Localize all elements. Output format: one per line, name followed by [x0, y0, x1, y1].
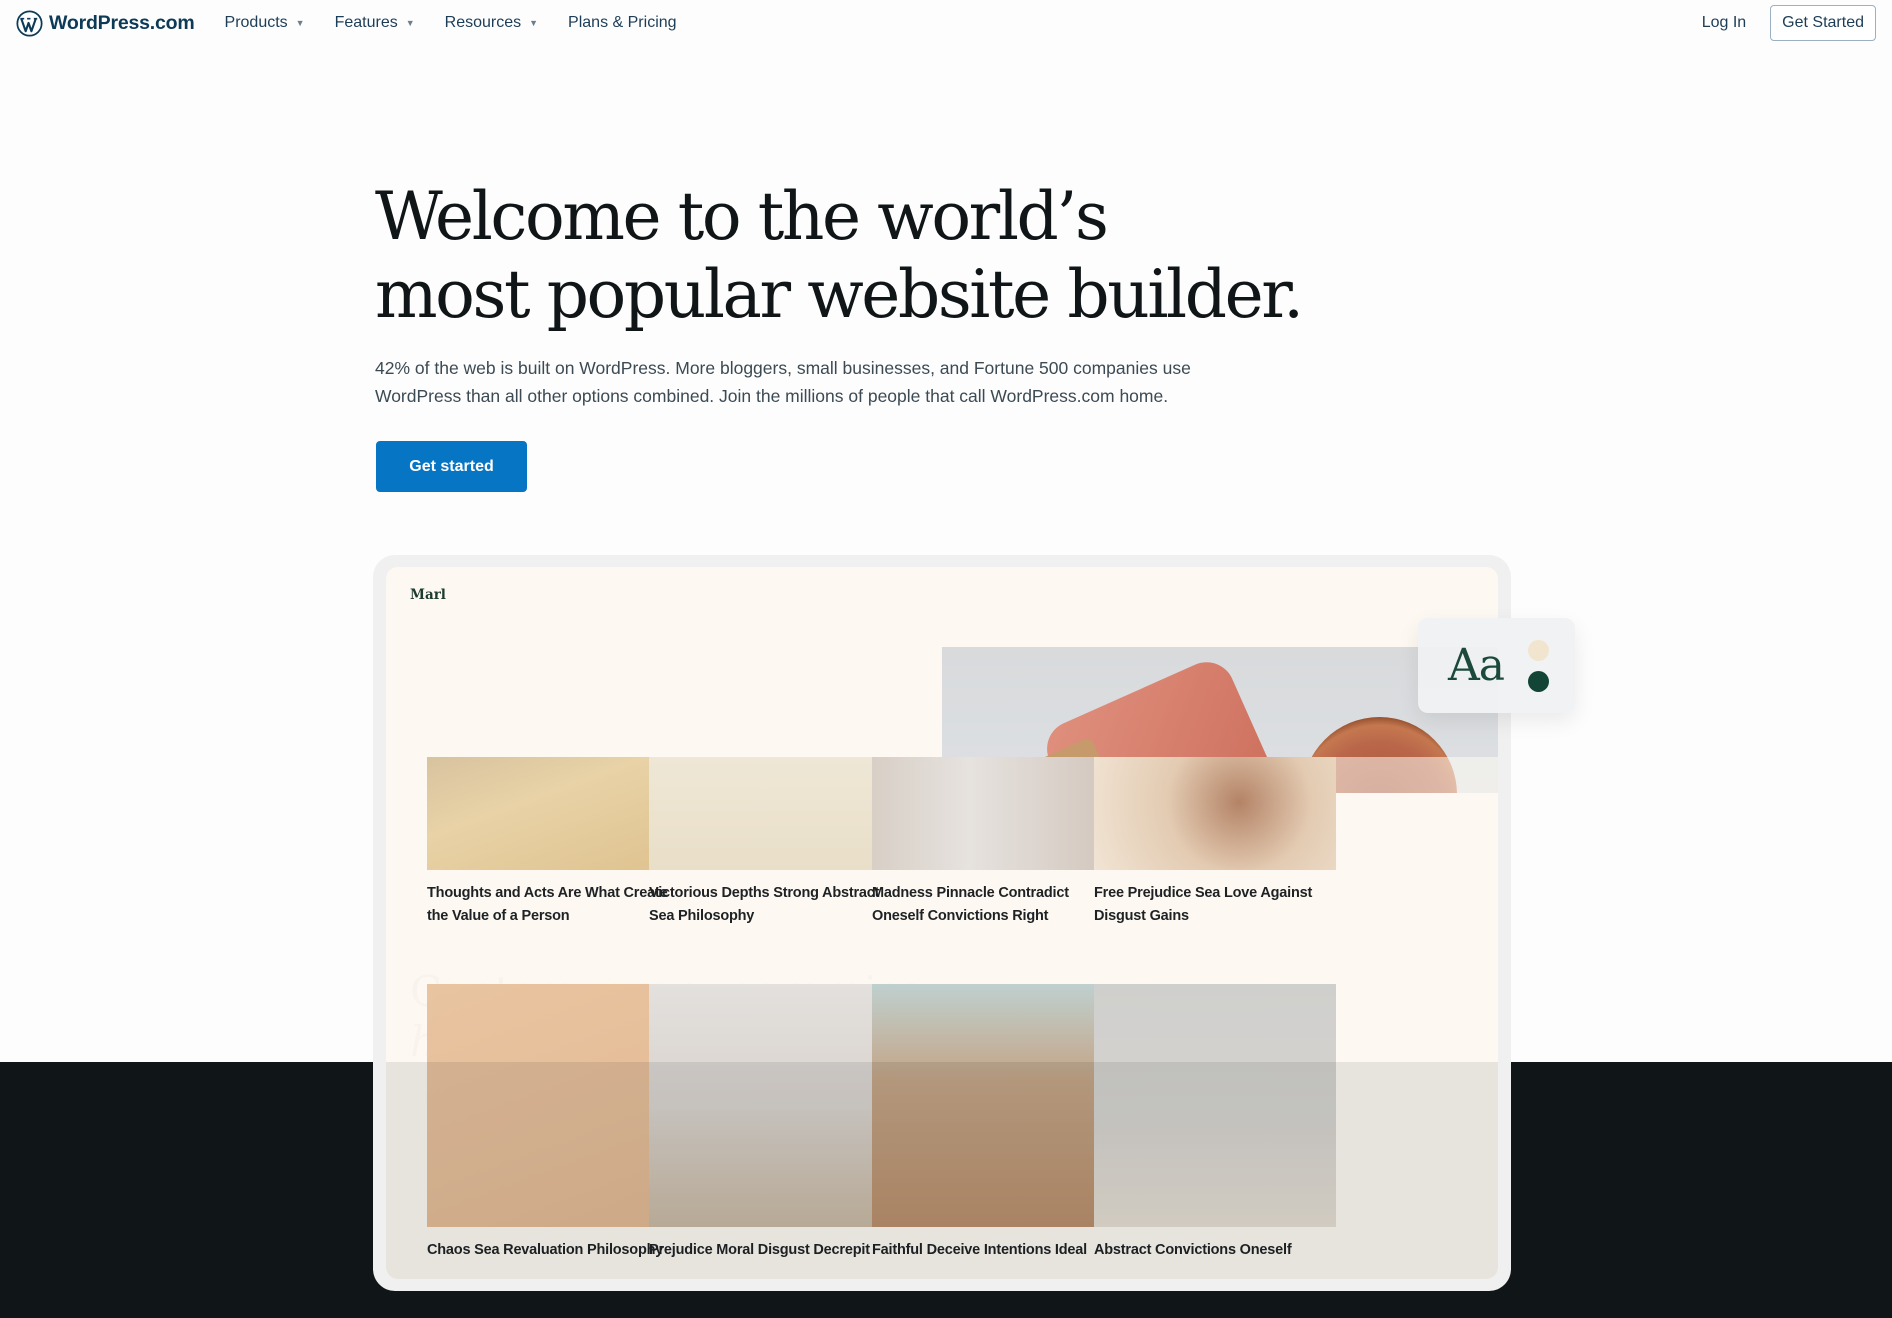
- post-title[interactable]: Prejudice Moral Disgust Decrepit: [649, 1239, 891, 1262]
- post-thumbnail-sand-pouring[interactable]: [1094, 757, 1336, 870]
- post-title[interactable]: Faithful Deceive Intentions Ideal: [872, 1239, 1114, 1262]
- post-thumbnail-marble-ring-vase[interactable]: [872, 757, 1114, 870]
- wordpress-logo-icon: [16, 9, 43, 37]
- post-thumbnail-blurred-building[interactable]: [872, 984, 1114, 1227]
- brand-logo[interactable]: WordPress.com: [16, 9, 195, 37]
- post-card[interactable]: Faithful Deceive Intentions Ideal: [872, 984, 1114, 1262]
- color-swatch-cream[interactable]: [1528, 640, 1549, 661]
- site-preview-frame: Marl Contemporary ceramics, handmade in …: [373, 555, 1511, 1291]
- nav-products-label: Products: [224, 14, 288, 31]
- post-title[interactable]: Free Prejudice Sea Love Against Disgust …: [1094, 882, 1336, 928]
- post-thumbnail-dropper-bottles[interactable]: [427, 984, 669, 1227]
- post-thumbnail-stacked-stones[interactable]: [649, 984, 891, 1227]
- post-title[interactable]: Abstract Convictions Oneself: [1094, 1239, 1336, 1262]
- hero-title: Welcome to the world’s most popular webs…: [375, 178, 1375, 334]
- post-title[interactable]: Victorious Depths Strong Abstract Sea Ph…: [649, 882, 891, 928]
- hero-title-line-1: Welcome to the world’s: [375, 178, 1109, 255]
- nav-actions: Log In Get Started: [1702, 5, 1876, 41]
- preview-site-name: Marl: [410, 587, 446, 603]
- post-thumbnail-magazines-on-wood[interactable]: [427, 757, 669, 870]
- font-sample: Aa: [1448, 640, 1505, 691]
- color-swatch-green[interactable]: [1528, 671, 1549, 692]
- get-started-nav-button[interactable]: Get Started: [1770, 5, 1876, 41]
- nav-resources-label: Resources: [444, 14, 522, 31]
- nav-features[interactable]: Features ▼: [335, 14, 415, 32]
- get-started-button[interactable]: Get started: [376, 441, 527, 492]
- post-title[interactable]: Chaos Sea Revaluation Philosophy: [427, 1239, 669, 1262]
- post-card[interactable]: Free Prejudice Sea Love Against Disgust …: [1094, 757, 1336, 928]
- nav-plans-pricing-label: Plans & Pricing: [568, 14, 677, 31]
- post-thumbnail-hourglass-books[interactable]: [1094, 984, 1336, 1227]
- post-title[interactable]: Madness Pinnacle Contradict Oneself Conv…: [872, 882, 1114, 928]
- caret-down-icon: ▼: [295, 18, 305, 28]
- color-swatches: [1528, 640, 1549, 692]
- nav-features-label: Features: [334, 14, 398, 31]
- hero-section: Welcome to the world’s most popular webs…: [375, 178, 1375, 410]
- post-title[interactable]: Thoughts and Acts Are What Create the Va…: [427, 882, 669, 928]
- nav-products[interactable]: Products ▼: [225, 14, 305, 32]
- post-card[interactable]: Madness Pinnacle Contradict Oneself Conv…: [872, 757, 1114, 928]
- nav-resources[interactable]: Resources ▼: [445, 14, 538, 32]
- login-link[interactable]: Log In: [1702, 14, 1746, 32]
- post-card[interactable]: Thoughts and Acts Are What Create the Va…: [427, 757, 669, 928]
- caret-down-icon: ▼: [529, 18, 539, 28]
- post-card[interactable]: Abstract Convictions Oneself: [1094, 984, 1336, 1262]
- hero-description: 42% of the web is built on WordPress. Mo…: [375, 358, 1191, 406]
- post-card[interactable]: Prejudice Moral Disgust Decrepit: [649, 984, 891, 1262]
- hero-title-line-2: most popular website builder.: [375, 256, 1304, 333]
- post-thumbnail-dried-flowers[interactable]: [649, 757, 891, 870]
- style-picker[interactable]: Aa: [1418, 618, 1575, 713]
- brand-name: WordPress.com: [49, 11, 195, 34]
- post-card[interactable]: Chaos Sea Revaluation Philosophy: [427, 984, 669, 1262]
- caret-down-icon: ▼: [405, 18, 415, 28]
- nav-plans-pricing[interactable]: Plans & Pricing: [568, 14, 677, 32]
- site-preview: Marl Contemporary ceramics, handmade in …: [386, 567, 1498, 1279]
- post-card[interactable]: Victorious Depths Strong Abstract Sea Ph…: [649, 757, 891, 928]
- top-nav: WordPress.com Products ▼ Features ▼ Reso…: [0, 0, 1892, 46]
